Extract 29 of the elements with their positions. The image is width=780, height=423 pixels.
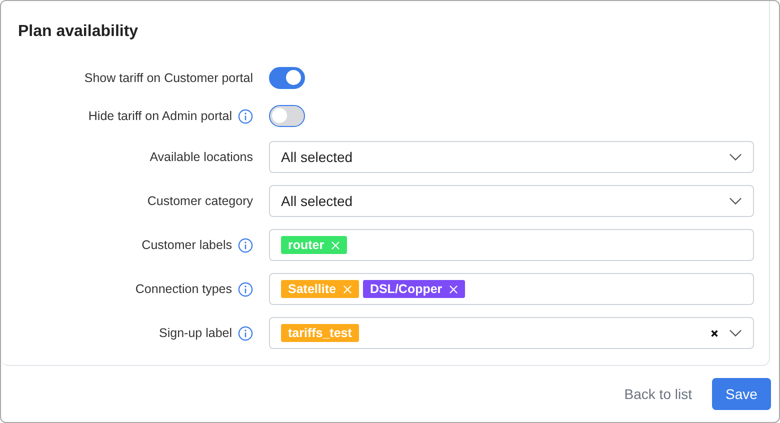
tag-field[interactable]: Satellite DSL/Copper [269, 273, 754, 305]
select-field[interactable]: All selected [269, 185, 754, 217]
back-to-list-link[interactable]: Back to list [624, 386, 692, 402]
field-label: Show tariff on Customer portal [84, 71, 253, 85]
info-icon[interactable] [238, 108, 253, 124]
field-label: Sign-up label [159, 326, 232, 340]
toggle-switch[interactable] [269, 105, 305, 127]
info-icon[interactable] [238, 238, 253, 252]
info-icon[interactable] [238, 326, 253, 340]
tag-text: Satellite [288, 282, 336, 296]
tag-text: DSL/Copper [370, 282, 442, 296]
remove-icon[interactable] [449, 284, 458, 294]
field-label: Connection types [135, 282, 232, 296]
field-label: Customer labels [142, 238, 232, 252]
select-field[interactable]: All selected [269, 141, 754, 173]
field-label: Customer category [147, 194, 253, 208]
field-label: Available locations [150, 150, 253, 164]
chevron-down-icon [729, 153, 742, 161]
select-value: All selected [281, 193, 354, 209]
tag-text: router [288, 238, 324, 252]
field-label: Hide tariff on Admin portal [88, 109, 232, 123]
tag-text: tariffs_test [288, 326, 352, 340]
chevron-down-icon [729, 197, 742, 205]
save-button[interactable]: Save [712, 378, 771, 410]
info-icon[interactable] [238, 282, 253, 296]
toggle-switch[interactable] [269, 67, 305, 89]
section-title: Plan availability [18, 23, 140, 41]
clear-icon[interactable] [710, 328, 719, 338]
select-value: All selected [281, 149, 354, 165]
